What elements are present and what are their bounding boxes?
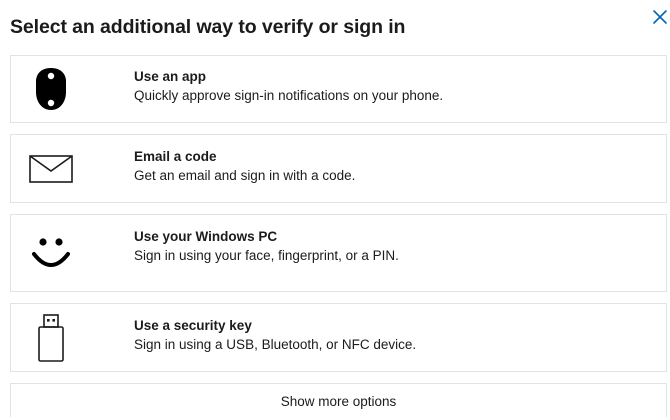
dialog-title: Select an additional way to verify or si… xyxy=(10,16,406,38)
show-more-options-button[interactable]: Show more options xyxy=(10,383,667,417)
close-button[interactable] xyxy=(650,8,670,28)
option-security-key[interactable]: Use a security key Sign in using a USB, … xyxy=(10,303,667,372)
close-icon xyxy=(653,10,667,24)
option-description: Sign in using a USB, Bluetooth, or NFC d… xyxy=(134,337,417,352)
option-description: Quickly approve sign-in notifications on… xyxy=(134,88,444,103)
envelope-icon xyxy=(26,135,76,202)
option-use-app[interactable]: Use an app Quickly approve sign-in notif… xyxy=(10,55,667,123)
option-description: Sign in using your face, fingerprint, or… xyxy=(134,248,399,263)
option-title: Use an app xyxy=(134,69,207,84)
usb-security-key-icon xyxy=(26,304,76,371)
option-windows-pc[interactable]: Use your Windows PC Sign in using your f… xyxy=(10,214,667,292)
phone-app-icon xyxy=(26,56,76,122)
option-title: Email a code xyxy=(134,149,217,164)
option-title: Use a security key xyxy=(134,318,252,333)
windows-hello-face-icon xyxy=(26,215,76,291)
option-email-code[interactable]: Email a code Get an email and sign in wi… xyxy=(10,134,667,203)
option-description: Get an email and sign in with a code. xyxy=(134,168,356,183)
option-title: Use your Windows PC xyxy=(134,229,278,244)
